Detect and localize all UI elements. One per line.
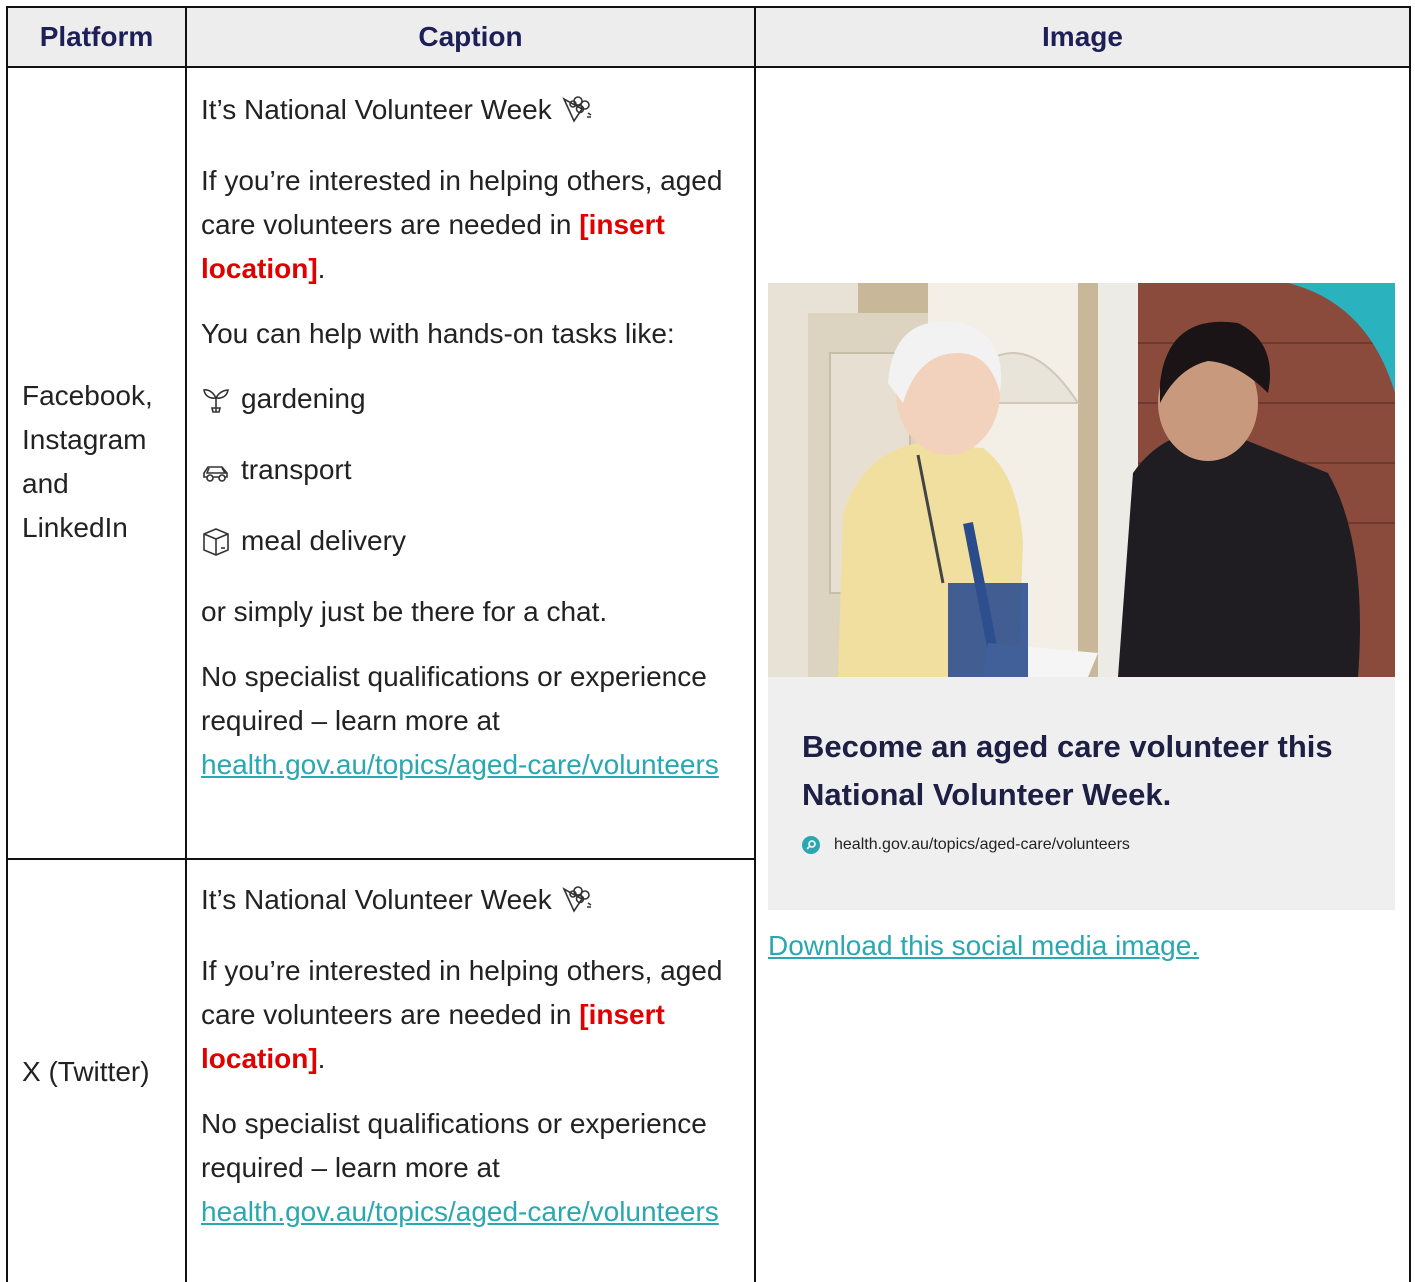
caption-cell-1: It’s National Volunteer Week If you’re i… — [201, 88, 741, 787]
task-label: transport — [241, 454, 352, 485]
download-image-link[interactable]: Download this social media image. — [768, 930, 1199, 962]
volunteers-link[interactable]: health.gov.au/topics/aged-care/volunteer… — [201, 1196, 719, 1227]
caption-closing-text: No specialist qualifications or experien… — [201, 1108, 707, 1183]
volunteers-link[interactable]: health.gov.au/topics/aged-care/volunteer… — [201, 749, 719, 780]
card-url-row: health.gov.au/topics/aged-care/volunteer… — [802, 836, 1130, 854]
platform-cell-1: Facebook, Instagram and LinkedIn — [22, 374, 153, 550]
column-divider-1 — [185, 6, 187, 1282]
caption-title-text: It’s National Volunteer Week — [201, 884, 552, 915]
caption-title: It’s National Volunteer Week — [201, 88, 741, 138]
task-item: transport — [201, 448, 741, 498]
header-platform: Platform — [39, 20, 154, 52]
caption-intro-end: . — [317, 1043, 326, 1074]
header-image: Image — [1042, 20, 1123, 52]
caption-title: It’s National Volunteer Week — [201, 878, 741, 928]
platform-cell-2: X (Twitter) — [22, 1056, 150, 1087]
seedling-icon — [201, 383, 241, 427]
caption-closing-text: No specialist qualifications or experien… — [201, 661, 707, 736]
card-url-text: health.gov.au/topics/aged-care/volunteer… — [834, 836, 1130, 853]
card-headline: Become an aged care volunteer this Natio… — [802, 729, 1333, 812]
column-divider-2 — [754, 6, 756, 1282]
table-border-right — [1409, 6, 1411, 1282]
row-divider — [6, 858, 756, 860]
platform-line: LinkedIn — [22, 512, 128, 543]
task-item: meal delivery — [201, 519, 741, 569]
volunteer-photo — [768, 283, 1395, 677]
package-icon — [201, 525, 241, 569]
task-label: gardening — [241, 383, 366, 414]
caption-title-text: It’s National Volunteer Week — [201, 94, 552, 125]
caption-closing: No specialist qualifications or experien… — [201, 1102, 741, 1234]
platform-line: and — [22, 468, 69, 499]
car-icon — [201, 454, 241, 498]
caption-cell-2: It’s National Volunteer Week If you’re i… — [201, 878, 741, 1234]
task-item: gardening — [201, 377, 741, 427]
caption-intro-end: . — [317, 253, 326, 284]
table-border-left — [6, 6, 8, 1282]
task-label: meal delivery — [241, 525, 406, 556]
bouquet-icon — [560, 884, 594, 928]
header-divider — [6, 66, 1411, 68]
search-icon — [802, 836, 820, 854]
social-media-card: Become an aged care volunteer this Natio… — [768, 283, 1395, 910]
bouquet-icon — [560, 94, 594, 138]
caption-closing: No specialist qualifications or experien… — [201, 655, 741, 787]
platform-line: Facebook, — [22, 380, 153, 411]
caption-chat: or simply just be there for a chat. — [201, 596, 608, 627]
caption-tasks-intro: You can help with hands-on tasks like: — [201, 318, 675, 349]
header-caption: Caption — [418, 20, 523, 52]
platform-line: Instagram — [22, 424, 147, 455]
caption-intro: If you’re interested in helping others, … — [201, 159, 741, 291]
caption-intro: If you’re interested in helping others, … — [201, 949, 741, 1081]
